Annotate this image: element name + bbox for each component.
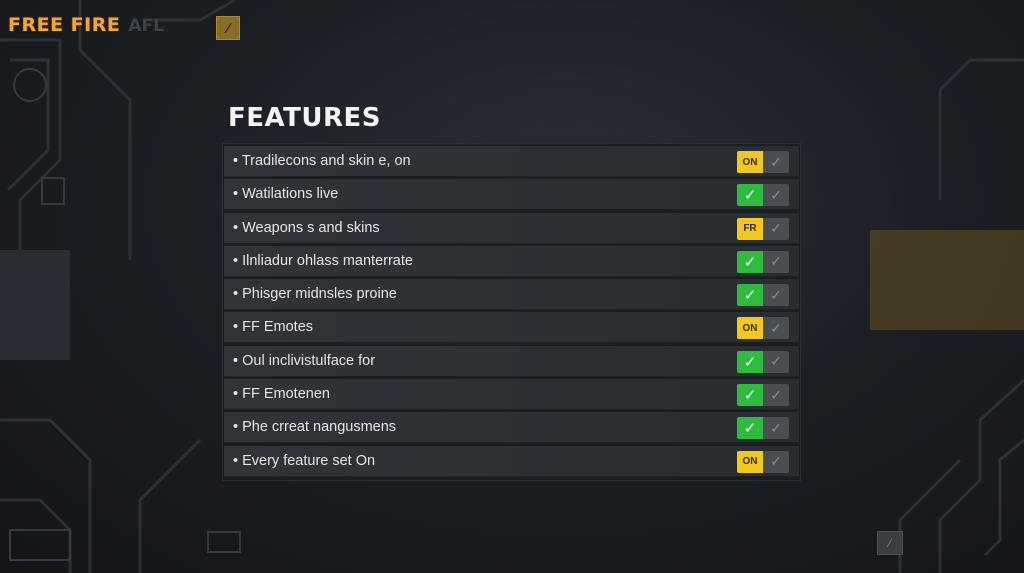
slash-badge-icon: ⁄ — [216, 16, 240, 40]
feature-toggle[interactable]: ✓ ✓ — [737, 284, 789, 307]
toggle-on-state[interactable]: ON — [737, 317, 763, 340]
toggle-on-state[interactable]: ON — [737, 450, 763, 473]
feature-toggle[interactable]: ✓ ✓ — [737, 417, 789, 440]
feature-row: • Ilnliadur ohlass manterrate ✓ ✓ — [224, 245, 799, 277]
features-title: FEATURES — [228, 103, 381, 133]
feature-row: • Every feature set On ON ✓ — [224, 445, 799, 477]
feature-label: • FF Emotes — [233, 319, 314, 336]
feature-label: • Ilnliadur ohlass manterrate — [233, 252, 413, 269]
feature-row: • Phe crreat nangusmens ✓ ✓ — [224, 412, 799, 444]
toggle-on-state[interactable]: ✓ — [737, 384, 763, 407]
feature-label: • Oul inclivistulface for — [233, 352, 376, 369]
check-icon[interactable]: ✓ — [763, 250, 789, 273]
feature-label: • Phe crreat nangusmens — [233, 419, 397, 436]
feature-row: • Weapons s and skins FR ✓ — [224, 212, 799, 244]
feature-toggle[interactable]: ON ✓ — [737, 317, 789, 340]
feature-label: • Every feature set On — [233, 452, 376, 469]
game-logo: FREE FIRE AFL — [8, 14, 164, 36]
logo-brand-text: FREE FIRE — [8, 14, 121, 36]
feature-toggle[interactable]: ✓ ✓ — [737, 384, 789, 407]
check-icon[interactable]: ✓ — [763, 350, 789, 373]
feature-label: • Watilations live — [233, 186, 339, 203]
check-icon[interactable]: ✓ — [763, 184, 789, 207]
toggle-on-state[interactable]: ON — [737, 151, 763, 173]
toggle-on-state[interactable]: ✓ — [737, 284, 763, 307]
feature-row: • Oul inclivistulface for ✓ ✓ — [224, 345, 799, 377]
feature-toggle[interactable]: FR ✓ — [737, 217, 789, 240]
check-icon[interactable]: ✓ — [763, 417, 789, 440]
feature-row: • Watilations live ✓ ✓ — [224, 179, 799, 211]
check-icon[interactable]: ✓ — [763, 284, 789, 307]
toggle-on-state[interactable]: ✓ — [737, 184, 763, 207]
feature-row: • Phisger midnsles proine ✓ ✓ — [224, 279, 799, 311]
toggle-on-state[interactable]: ✓ — [737, 417, 763, 440]
feature-toggle[interactable]: ✓ ✓ — [737, 350, 789, 373]
check-icon[interactable]: ✓ — [763, 217, 789, 240]
feature-label: • Tradilecons and skin e, on — [233, 153, 411, 169]
feature-row: • Tradilecons and skin e, on ON ✓ — [224, 146, 799, 177]
check-icon[interactable]: ✓ — [763, 151, 789, 173]
logo-suffix-text: AFL — [128, 16, 164, 36]
feature-label: • FF Emotenen — [233, 386, 330, 403]
check-icon[interactable]: ✓ — [763, 317, 789, 340]
feature-toggle[interactable]: ON ✓ — [737, 151, 789, 173]
check-icon[interactable]: ✓ — [763, 450, 789, 473]
toggle-on-state[interactable]: ✓ — [737, 350, 763, 373]
feature-list-panel: • Tradilecons and skin e, on ON ✓ • Wati… — [222, 143, 801, 481]
toggle-on-state[interactable]: ✓ — [737, 250, 763, 273]
corner-slash-icon[interactable]: ⁄ — [877, 531, 903, 555]
feature-row: • FF Emotes ON ✓ — [224, 312, 799, 344]
feature-label: • Phisger midnsles proine — [233, 286, 397, 303]
feature-label: • Weapons s and skins — [233, 219, 380, 236]
toggle-on-state[interactable]: FR — [737, 217, 763, 240]
feature-toggle[interactable]: ON ✓ — [737, 450, 789, 473]
feature-toggle[interactable]: ✓ ✓ — [737, 184, 789, 207]
feature-row: • FF Emotenen ✓ ✓ — [224, 379, 799, 411]
feature-toggle[interactable]: ✓ ✓ — [737, 250, 789, 273]
check-icon[interactable]: ✓ — [763, 384, 789, 407]
